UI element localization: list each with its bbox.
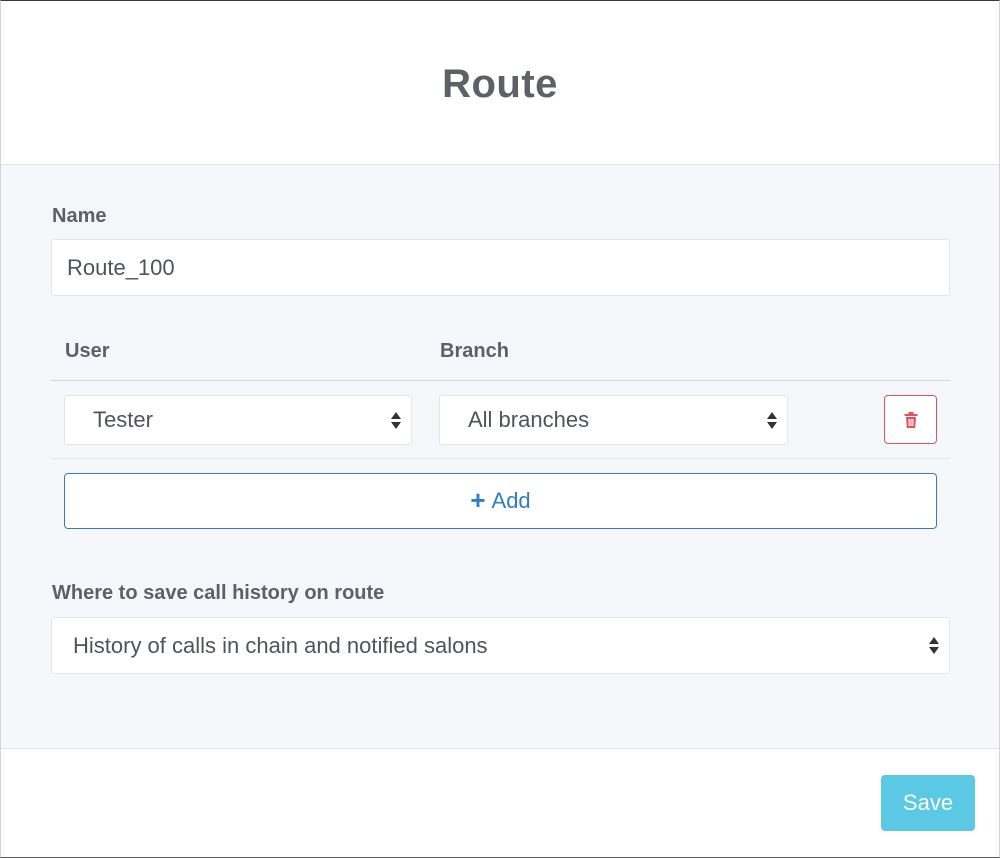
history-select-value: History of calls in chain and notified s… [73,633,488,658]
add-button-label: Add [491,488,531,513]
history-select[interactable]: History of calls in chain and notified s… [51,617,950,674]
branch-select[interactable]: All branches [439,395,788,445]
name-input[interactable] [51,239,950,296]
plus-icon: + [470,485,486,515]
save-button[interactable]: Save [881,775,975,831]
select-caret-icon [929,635,939,655]
trash-icon [904,411,917,428]
modal-footer: Save [1,749,999,857]
user-select-value: Tester [93,407,153,432]
add-row-button[interactable]: + Add [64,473,937,529]
table-row-divider [51,458,950,459]
modal-body: Name User Branch Tester All branches [1,165,999,749]
select-caret-icon [391,410,401,430]
history-label: Where to save call history on route [52,582,385,604]
modal-header: Route [1,1,999,165]
column-header-branch: Branch [440,340,509,362]
table-header-divider [51,380,950,381]
branch-select-value: All branches [468,407,590,432]
name-label: Name [52,205,107,227]
column-header-user: User [65,340,110,362]
user-select[interactable]: Tester [64,395,412,445]
modal-title: Route [442,62,558,106]
select-caret-icon [767,410,777,430]
delete-row-button[interactable] [884,395,937,444]
route-modal: Route Name User Branch Tester All branch… [0,0,1000,858]
